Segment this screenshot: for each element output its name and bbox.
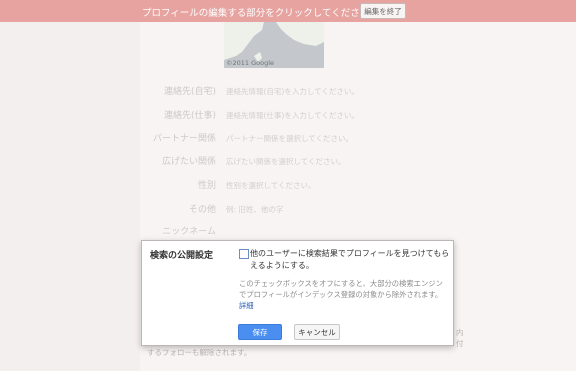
background-text-fragment: するフォローも解除されます。	[147, 348, 252, 357]
field-value-relationship[interactable]: パートナー関係を選択してください。	[226, 133, 353, 144]
field-label-looking-for: 広げたい関係	[161, 157, 216, 167]
background-text-fragment: 内	[456, 328, 464, 337]
edit-mode-message: プロフィールの編集する部分をクリックしてください。	[142, 8, 379, 19]
end-editing-button[interactable]: 編集を終了	[360, 3, 406, 19]
field-value-gender[interactable]: 性別を選択してください。	[226, 180, 316, 191]
edit-mode-bar: プロフィールの編集する部分をクリックしてください。 編集を終了	[0, 0, 576, 22]
field-label-gender: 性別	[197, 181, 216, 191]
field-label-nickname: ニックネーム	[162, 227, 216, 237]
field-label-relationship: パートナー関係	[152, 134, 216, 144]
save-button[interactable]: 保存	[238, 324, 282, 340]
cancel-button[interactable]: キャンセル	[294, 324, 340, 340]
field-label-other-names: その他	[188, 205, 216, 215]
field-value-looking-for[interactable]: 広げたい関係を選択してください。	[226, 156, 346, 167]
help-description: このチェックボックスをオフにすると、大部分の検索エンジンでプロフィールがインデッ…	[239, 279, 443, 299]
field-value-home-contact[interactable]: 連絡先情報(自宅)を入力してください。	[226, 86, 359, 97]
search-visibility-dialog: 検索の公開設定 他のユーザーに検索結果でプロフィールを見つけてもらえるようにする…	[141, 240, 454, 346]
background-text-fragment: 付	[456, 339, 464, 348]
details-link[interactable]: 詳細	[239, 301, 254, 310]
checkbox-label[interactable]: 他のユーザーに検索結果でプロフィールを見つけてもらえるようにする。	[250, 248, 450, 272]
location-map[interactable]: ©2011 Google	[224, 22, 324, 68]
field-label-home-contact: 連絡先(自宅)	[163, 87, 216, 97]
dialog-title: 検索の公開設定	[150, 251, 214, 261]
map-copyright: ©2011 Google	[226, 59, 275, 67]
field-value-work-contact[interactable]: 連絡先情報(仕事)を入力してください。	[226, 110, 359, 121]
search-visibility-checkbox[interactable]	[239, 249, 249, 259]
help-text: このチェックボックスをオフにすると、大部分の検索エンジンでプロフィールがインデッ…	[239, 278, 447, 311]
field-label-work-contact: 連絡先(仕事)	[163, 111, 216, 121]
field-value-other-names[interactable]: 例: 旧姓、他の字	[226, 204, 283, 215]
